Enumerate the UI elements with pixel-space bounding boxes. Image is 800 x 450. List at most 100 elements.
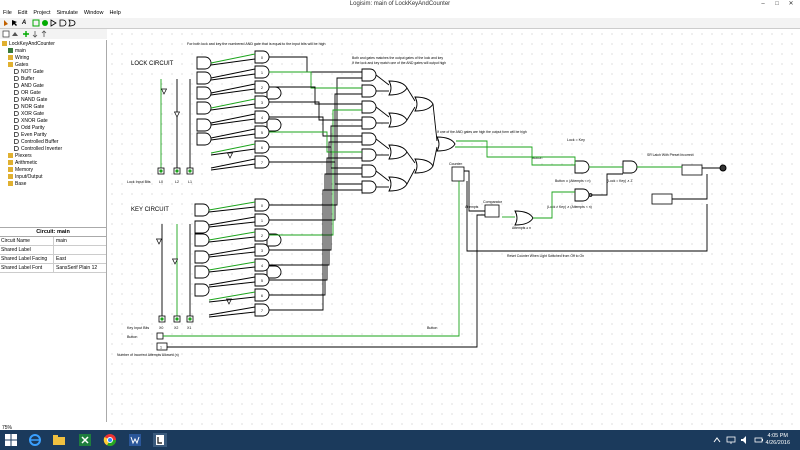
key-and-gate <box>194 203 210 217</box>
battery-icon[interactable] <box>754 435 764 445</box>
or-gate <box>388 112 408 128</box>
select-tool-icon[interactable] <box>11 19 19 27</box>
tree-item[interactable]: OR Gate <box>14 90 41 97</box>
tree-item[interactable]: Input/Output <box>8 174 43 181</box>
counter <box>451 166 465 182</box>
not-gate <box>173 111 181 118</box>
attribute-row[interactable]: Shared Label <box>0 246 106 255</box>
menu-edit[interactable]: Edit <box>15 9 30 18</box>
lock-and-gate <box>196 118 212 132</box>
wire <box>269 173 362 296</box>
show-projects-icon[interactable] <box>2 30 10 38</box>
network-icon[interactable] <box>726 435 736 445</box>
match-and-gate <box>361 100 377 114</box>
and-gate-tool-icon[interactable] <box>59 19 67 27</box>
volume-icon[interactable] <box>740 435 750 445</box>
tree-item[interactable]: main <box>8 48 26 55</box>
tree-item[interactable]: LockKeyAndCounter <box>2 41 55 48</box>
chrome-icon[interactable] <box>103 433 117 447</box>
tree-item[interactable]: XNOR Gate <box>14 118 48 125</box>
tree-item[interactable]: Memory <box>8 167 33 174</box>
note-top: For both lock and key the numbered AND g… <box>187 42 325 46</box>
tree-item[interactable]: NAND Gate <box>14 97 47 104</box>
attribute-value[interactable]: SansSerif Plain 12 <box>54 264 97 272</box>
circuit-diagram[interactable]: For both lock and key the numbered AND g… <box>107 29 800 430</box>
clock[interactable]: 4:05 PM 4/26/2016 <box>766 433 790 447</box>
attribute-value[interactable]: main <box>54 237 67 245</box>
folder-icon <box>8 174 13 180</box>
attribute-key: Shared Label <box>0 246 54 254</box>
internet-explorer-icon[interactable] <box>28 433 42 447</box>
key-and-gate <box>194 250 210 264</box>
close-button[interactable]: ✕ <box>784 0 798 9</box>
excel-icon[interactable] <box>78 433 92 447</box>
attribute-row[interactable]: Circuit Name main <box>0 237 106 246</box>
menu-file[interactable]: File <box>0 9 15 18</box>
poke-tool-icon[interactable] <box>2 19 10 27</box>
wire <box>208 236 256 243</box>
tree-item[interactable]: NOT Gate <box>14 69 44 76</box>
match-and-gate <box>361 84 377 98</box>
pin-state <box>160 317 164 321</box>
tree-item[interactable]: Odd Parity <box>14 125 45 132</box>
show-hidden-icons-icon[interactable] <box>712 435 722 445</box>
wire <box>375 106 390 118</box>
lock-and-gate <box>266 118 282 132</box>
folder-icon <box>8 62 13 68</box>
tree-item[interactable]: Controlled Inverter <box>14 146 62 153</box>
circuit-canvas[interactable]: For both lock and key the numbered AND g… <box>107 29 800 430</box>
maximize-button[interactable]: □ <box>770 0 784 9</box>
and-gate <box>574 160 590 174</box>
tree-item[interactable]: Base <box>8 181 26 188</box>
tree-item[interactable]: Arithmetic <box>8 160 37 167</box>
wire <box>269 161 362 185</box>
tree-item[interactable]: Gates <box>8 62 28 69</box>
file-explorer-icon[interactable] <box>52 433 66 447</box>
gate-icon <box>14 69 19 75</box>
menu-help[interactable]: Help <box>106 9 123 18</box>
attribute-value[interactable]: East <box>54 255 66 263</box>
and-gate <box>622 160 638 174</box>
output-pin-tool-icon[interactable] <box>41 19 49 27</box>
menu-window[interactable]: Window <box>81 9 107 18</box>
gate-icon <box>14 111 19 117</box>
tree-item[interactable]: Even Parity <box>14 132 47 139</box>
attempts-label: Number of Incorrect Attempts Allowed (n) <box>117 353 179 357</box>
gate-number: 6 <box>261 146 263 150</box>
input-pin-tool-icon[interactable] <box>32 19 40 27</box>
key-and-gate <box>266 265 282 279</box>
tree-item[interactable]: NOR Gate <box>14 104 44 111</box>
not-gate-tool-icon[interactable] <box>50 19 58 27</box>
wire <box>208 221 256 228</box>
lock-input-label: Lock Input Bits <box>127 180 151 184</box>
sr-latch-label: SR Latch With Preset Incorrect <box>647 153 694 157</box>
menu-simulate[interactable]: Simulate <box>53 9 80 18</box>
tree-item[interactable]: Wiring <box>8 55 29 62</box>
tree-item-label: XNOR Gate <box>21 118 48 124</box>
attribute-table: Circuit: main Circuit Name main Shared La… <box>0 228 107 422</box>
tree-item[interactable]: Plexers <box>8 153 32 160</box>
text-tool-icon[interactable]: A <box>20 19 28 27</box>
word-icon[interactable] <box>128 433 142 447</box>
attribute-value[interactable] <box>54 246 56 254</box>
logisim-taskbar-icon[interactable] <box>153 433 167 447</box>
show-simulation-icon[interactable] <box>11 30 19 38</box>
attribute-row[interactable]: Shared Label Facing East <box>0 255 106 264</box>
menu-project[interactable]: Project <box>30 9 53 18</box>
counter-label: Counter <box>449 162 463 166</box>
tree-item[interactable]: Controlled Buffer <box>14 139 58 146</box>
wire <box>456 140 576 164</box>
wire <box>269 109 362 236</box>
move-up-icon[interactable] <box>40 30 48 38</box>
windows-start-icon[interactable] <box>4 433 18 447</box>
move-down-icon[interactable] <box>31 30 39 38</box>
attempts-constant-value: 1 <box>160 346 162 350</box>
minimize-button[interactable]: – <box>756 0 770 9</box>
tree-item[interactable]: AND Gate <box>14 83 44 90</box>
tree-item[interactable]: XOR Gate <box>14 111 44 118</box>
wire <box>375 74 390 86</box>
add-circuit-icon[interactable] <box>22 30 30 38</box>
or-gate-tool-icon[interactable] <box>68 19 76 27</box>
tree-item[interactable]: Buffer <box>14 76 34 83</box>
attribute-row[interactable]: Shared Label Font SansSerif Plain 12 <box>0 264 106 273</box>
